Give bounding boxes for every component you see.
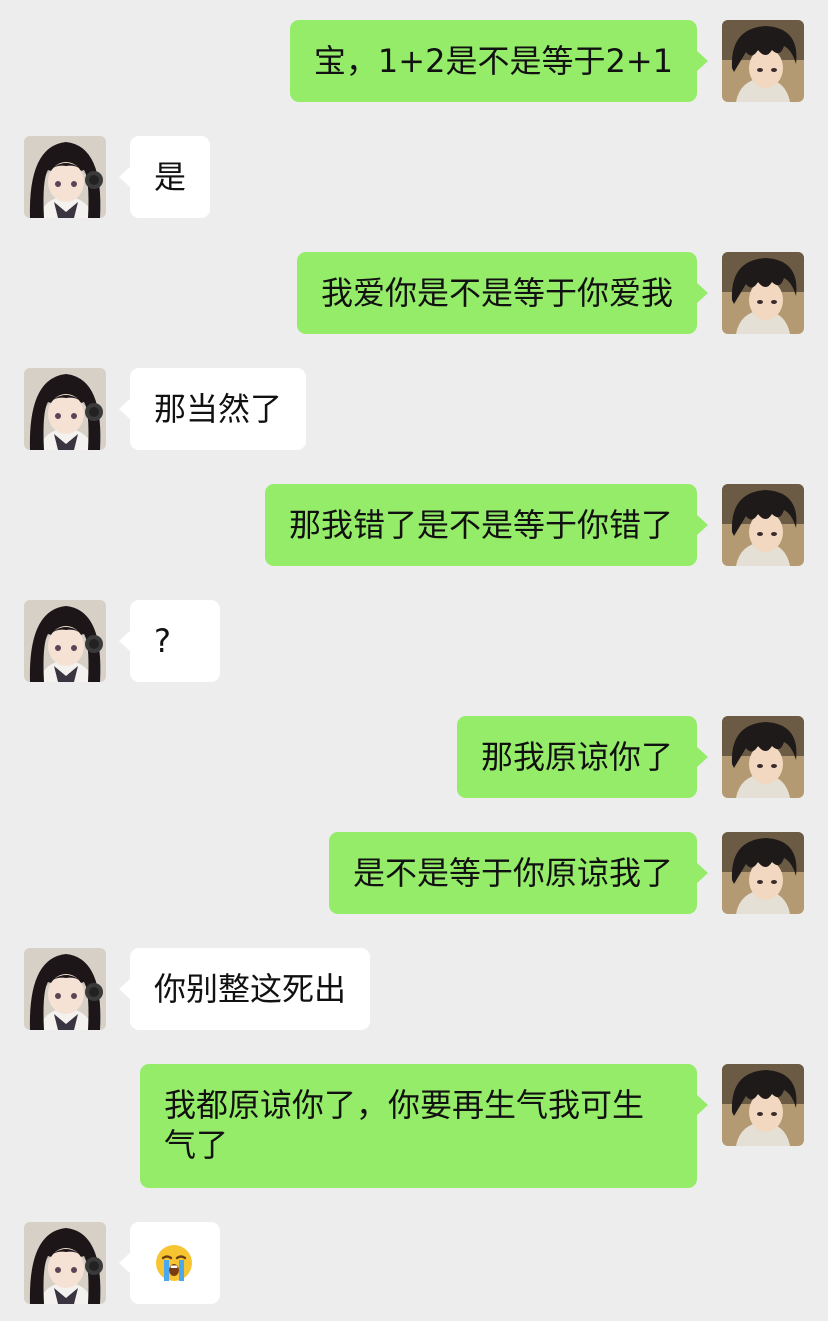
girl-avatar-icon: [24, 948, 106, 1030]
avatar-me[interactable]: [722, 716, 804, 798]
avatar-me[interactable]: [722, 832, 804, 914]
avatar-her[interactable]: [24, 1222, 106, 1304]
boy-avatar-icon: [722, 20, 804, 102]
avatar-me[interactable]: [722, 484, 804, 566]
message-text: 是不是等于你原谅我了: [352, 854, 673, 892]
message-bubble[interactable]: 你别整这死出: [118, 948, 371, 1030]
message-text: 宝，1+2是不是等于2+1: [313, 42, 673, 80]
avatar-her[interactable]: [24, 368, 106, 450]
boy-avatar-icon: [722, 832, 804, 914]
avatar-me[interactable]: [722, 1064, 804, 1146]
boy-avatar-icon: [722, 484, 804, 566]
message-text: 那我错了是不是等于你错了: [288, 506, 673, 544]
message-bubble[interactable]: 我爱你是不是等于你爱我: [296, 252, 709, 334]
avatar-her[interactable]: [24, 948, 106, 1030]
avatar-me[interactable]: [722, 252, 804, 334]
message-text: 那我原谅你了: [480, 738, 673, 776]
message-bubble[interactable]: 我都原谅你了，你要再生气我可生 气了: [140, 1064, 708, 1188]
boy-avatar-icon: [722, 716, 804, 798]
message-bubble[interactable]: 那我原谅你了: [456, 716, 709, 798]
avatar-her[interactable]: [24, 600, 106, 682]
chat-view: 宝，1+2是不是等于2+1 是 我爱你是不是等于你爱我 那当然了 那我错了是不是…: [0, 0, 828, 1321]
boy-avatar-icon: [722, 252, 804, 334]
boy-avatar-icon: [722, 1064, 804, 1146]
message-text: 是: [154, 158, 187, 196]
message-bubble[interactable]: 那当然了: [118, 368, 307, 450]
girl-avatar-icon: [24, 1222, 106, 1304]
message-text: ?: [154, 622, 171, 660]
message-text: 我爱你是不是等于你爱我: [320, 274, 673, 312]
message-text: 你别整这死出: [154, 970, 347, 1008]
girl-avatar-icon: [24, 136, 106, 218]
message-bubble[interactable]: 是: [118, 136, 211, 218]
avatar-me[interactable]: [722, 20, 804, 102]
loudly-crying-face-icon: [156, 1245, 192, 1281]
avatar-her[interactable]: [24, 136, 106, 218]
message-bubble[interactable]: ?: [119, 600, 220, 682]
message-bubble[interactable]: 是不是等于你原谅我了: [328, 832, 709, 914]
message-bubble[interactable]: 那我错了是不是等于你错了: [264, 484, 709, 566]
message-text: 我都原谅你了，你要再生气我可生 气了: [164, 1086, 645, 1164]
girl-avatar-icon: [24, 600, 106, 682]
message-bubble[interactable]: 宝，1+2是不是等于2+1: [289, 20, 709, 102]
message-bubble[interactable]: [119, 1222, 220, 1304]
girl-avatar-icon: [24, 368, 106, 450]
message-text: 那当然了: [154, 390, 283, 428]
